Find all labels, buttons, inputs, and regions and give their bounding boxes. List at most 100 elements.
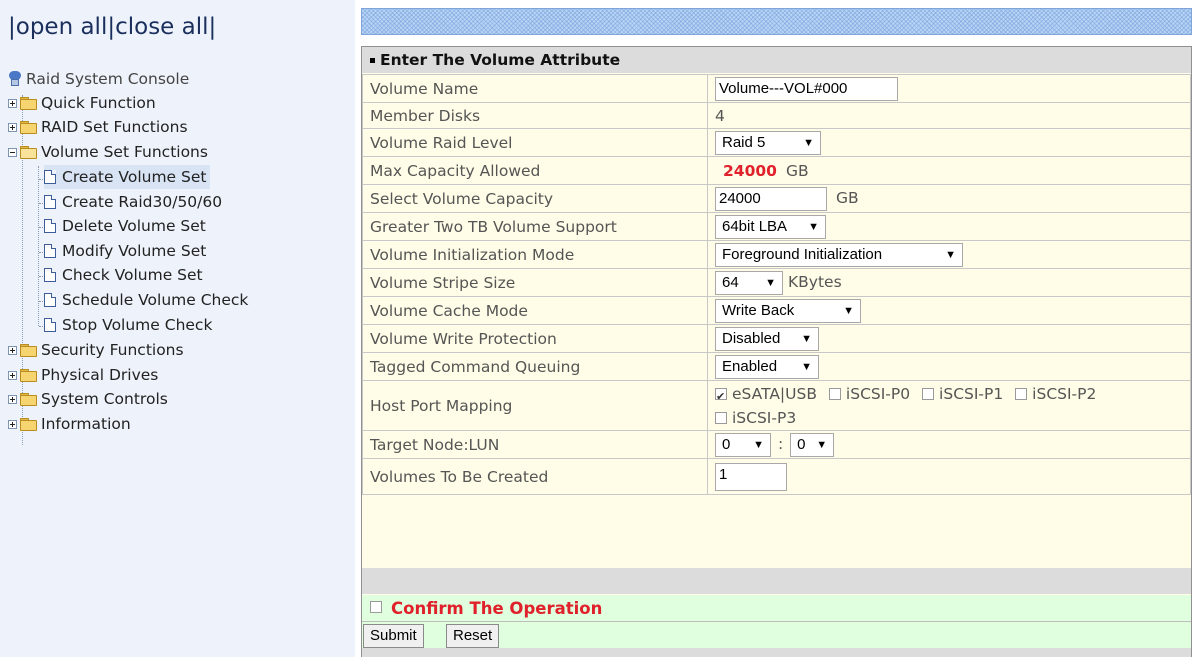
folder-icon xyxy=(20,418,37,431)
dropdown-arrow-icon: ▼ xyxy=(801,360,812,373)
port-checkbox-iscsi-p1[interactable] xyxy=(922,387,935,400)
write-protection-select[interactable]: Disabled ▼ xyxy=(715,326,819,351)
tree-item-information[interactable]: Information xyxy=(8,412,131,436)
unit-label: GB xyxy=(785,161,809,180)
reset-button[interactable]: Reset xyxy=(446,624,500,648)
close-all-link[interactable]: close all xyxy=(115,14,208,40)
form-title: Enter The Volume Attribute xyxy=(380,51,621,69)
expand-icon[interactable] xyxy=(8,394,17,404)
confirm-label: Confirm The Operation xyxy=(391,598,603,618)
port-label: iSCSI-P0 xyxy=(845,385,911,403)
port-label: iSCSI-P2 xyxy=(1032,385,1097,403)
form-divider xyxy=(362,568,1191,594)
tree-item-schedule-volume-check[interactable]: Schedule Volume Check xyxy=(44,288,248,312)
table-row: Host Port Mapping eSATA|USB iSCSI-P0 iSC… xyxy=(362,380,1191,431)
row-label: Volume Write Protection xyxy=(362,324,708,353)
tree-item-security-functions[interactable]: Security Functions xyxy=(8,338,184,362)
page-icon xyxy=(44,318,56,332)
tree-item-volume-set-functions[interactable]: Volume Set Functions xyxy=(8,140,208,164)
volume-name-input[interactable]: Volume---VOL#000 xyxy=(715,76,898,101)
page-icon xyxy=(44,244,56,258)
tree-item-create-volume-set[interactable]: Create Volume Set xyxy=(44,165,211,189)
tree-item-label: Create Volume Set xyxy=(62,168,207,186)
member-disks-value: 4 xyxy=(715,106,725,125)
expand-icon[interactable] xyxy=(8,370,17,380)
button-row: Submit Reset xyxy=(362,621,1191,649)
volume-form: Enter The Volume Attribute Volume Name V… xyxy=(361,46,1192,657)
tree-item-label: Stop Volume Check xyxy=(62,316,213,334)
select-value: 64bit LBA xyxy=(722,217,788,235)
tree-root-label: Raid System Console xyxy=(26,70,190,88)
form-header: Enter The Volume Attribute xyxy=(362,47,1191,73)
page-icon xyxy=(44,195,56,209)
select-value: 0 xyxy=(797,435,806,453)
initialization-mode-select[interactable]: Foreground Initialization ▼ xyxy=(715,242,963,267)
folder-icon xyxy=(20,121,37,134)
port-checkbox-iscsi-p0[interactable] xyxy=(828,387,841,400)
tree-item-stop-volume-check[interactable]: Stop Volume Check xyxy=(44,313,212,337)
tree-item-check-volume-set[interactable]: Check Volume Set xyxy=(44,263,203,287)
tree-root[interactable]: Raid System Console xyxy=(8,67,189,91)
table-row: Greater Two TB Volume Support 64bit LBA ▼ xyxy=(362,212,1191,241)
server-icon xyxy=(8,71,22,87)
target-node-select[interactable]: 0 ▼ xyxy=(715,432,771,457)
table-row: Volume Cache Mode Write Back ▼ xyxy=(362,296,1191,325)
page-icon xyxy=(44,293,56,307)
port-label: eSATA|USB xyxy=(732,385,817,403)
expand-icon[interactable] xyxy=(8,122,17,132)
tree-item-modify-volume-set[interactable]: Modify Volume Set xyxy=(44,239,206,263)
folder-icon xyxy=(20,97,37,110)
select-value: 64 xyxy=(722,273,739,291)
unit-label: GB xyxy=(836,189,859,207)
tree-item-label: Check Volume Set xyxy=(62,266,203,284)
volume-count-input[interactable]: 1 xyxy=(715,462,787,491)
page-icon xyxy=(44,268,56,282)
cache-mode-select[interactable]: Write Back ▼ xyxy=(715,298,861,323)
command-queuing-select[interactable]: Enabled ▼ xyxy=(715,354,819,379)
table-row: Volume Stripe Size 64 ▼ KBytes xyxy=(362,268,1191,297)
port-checkbox-iscsi-p3[interactable] xyxy=(715,411,727,424)
dropdown-arrow-icon: ▼ xyxy=(843,304,854,317)
row-label: Volumes To Be Created xyxy=(362,458,708,495)
row-label: Member Disks xyxy=(362,102,708,129)
table-row: Volume Initialization Mode Foreground In… xyxy=(362,240,1191,269)
tree-item-label: Volume Set Functions xyxy=(41,143,208,161)
table-row: Select Volume Capacity 24000 GB xyxy=(362,184,1191,213)
confirm-checkbox[interactable] xyxy=(370,601,382,613)
row-label: Volume Raid Level xyxy=(362,128,708,157)
select-value: Disabled xyxy=(722,329,781,347)
submit-button[interactable]: Submit xyxy=(363,624,424,648)
page-icon xyxy=(44,219,56,233)
tree-item-label: System Controls xyxy=(41,390,168,408)
tree-item-physical-drives[interactable]: Physical Drives xyxy=(8,363,158,387)
table-row: Target Node:LUN 0 ▼ : 0 ▼ xyxy=(362,430,1191,459)
expand-icon[interactable] xyxy=(8,98,17,108)
volume-capacity-input[interactable]: 24000 xyxy=(715,186,827,211)
tree-item-system-controls[interactable]: System Controls xyxy=(8,387,168,411)
tree-item-quick-function[interactable]: Quick Function xyxy=(8,91,156,115)
tree-item-raid-set-functions[interactable]: RAID Set Functions xyxy=(8,115,188,139)
row-label: Max Capacity Allowed xyxy=(362,156,708,185)
tree-item-create-raid30-50-60[interactable]: Create Raid30/50/60 xyxy=(44,190,222,214)
table-row: Volume Raid Level Raid 5 ▼ xyxy=(362,128,1191,157)
expand-icon[interactable] xyxy=(8,419,17,429)
expand-icon[interactable] xyxy=(8,345,17,355)
attribute-table: Volume Name Volume---VOL#000 Member Disk… xyxy=(362,74,1191,495)
lba-support-select[interactable]: 64bit LBA ▼ xyxy=(715,214,826,239)
confirm-row: Confirm The Operation xyxy=(362,595,1191,621)
port-checkbox-iscsi-p2[interactable] xyxy=(1015,387,1028,400)
row-label: Volume Initialization Mode xyxy=(362,240,708,269)
stripe-size-select[interactable]: 64 ▼ xyxy=(715,270,783,295)
select-value: Foreground Initialization xyxy=(722,245,883,263)
page-icon xyxy=(44,170,56,184)
collapse-icon[interactable] xyxy=(8,147,17,157)
navigation-panel: |open all|close all| Raid System Console… xyxy=(0,0,355,657)
open-all-link[interactable]: open all xyxy=(16,14,108,40)
table-row: Volume Name Volume---VOL#000 xyxy=(362,74,1191,103)
lun-select[interactable]: 0 ▼ xyxy=(790,432,835,457)
select-value: Write Back xyxy=(722,301,795,319)
port-checkbox-esata-usb[interactable] xyxy=(715,385,727,409)
raid-level-select[interactable]: Raid 5 ▼ xyxy=(715,130,821,155)
tree-item-delete-volume-set[interactable]: Delete Volume Set xyxy=(44,214,206,238)
table-row: Tagged Command Queuing Enabled ▼ xyxy=(362,352,1191,381)
